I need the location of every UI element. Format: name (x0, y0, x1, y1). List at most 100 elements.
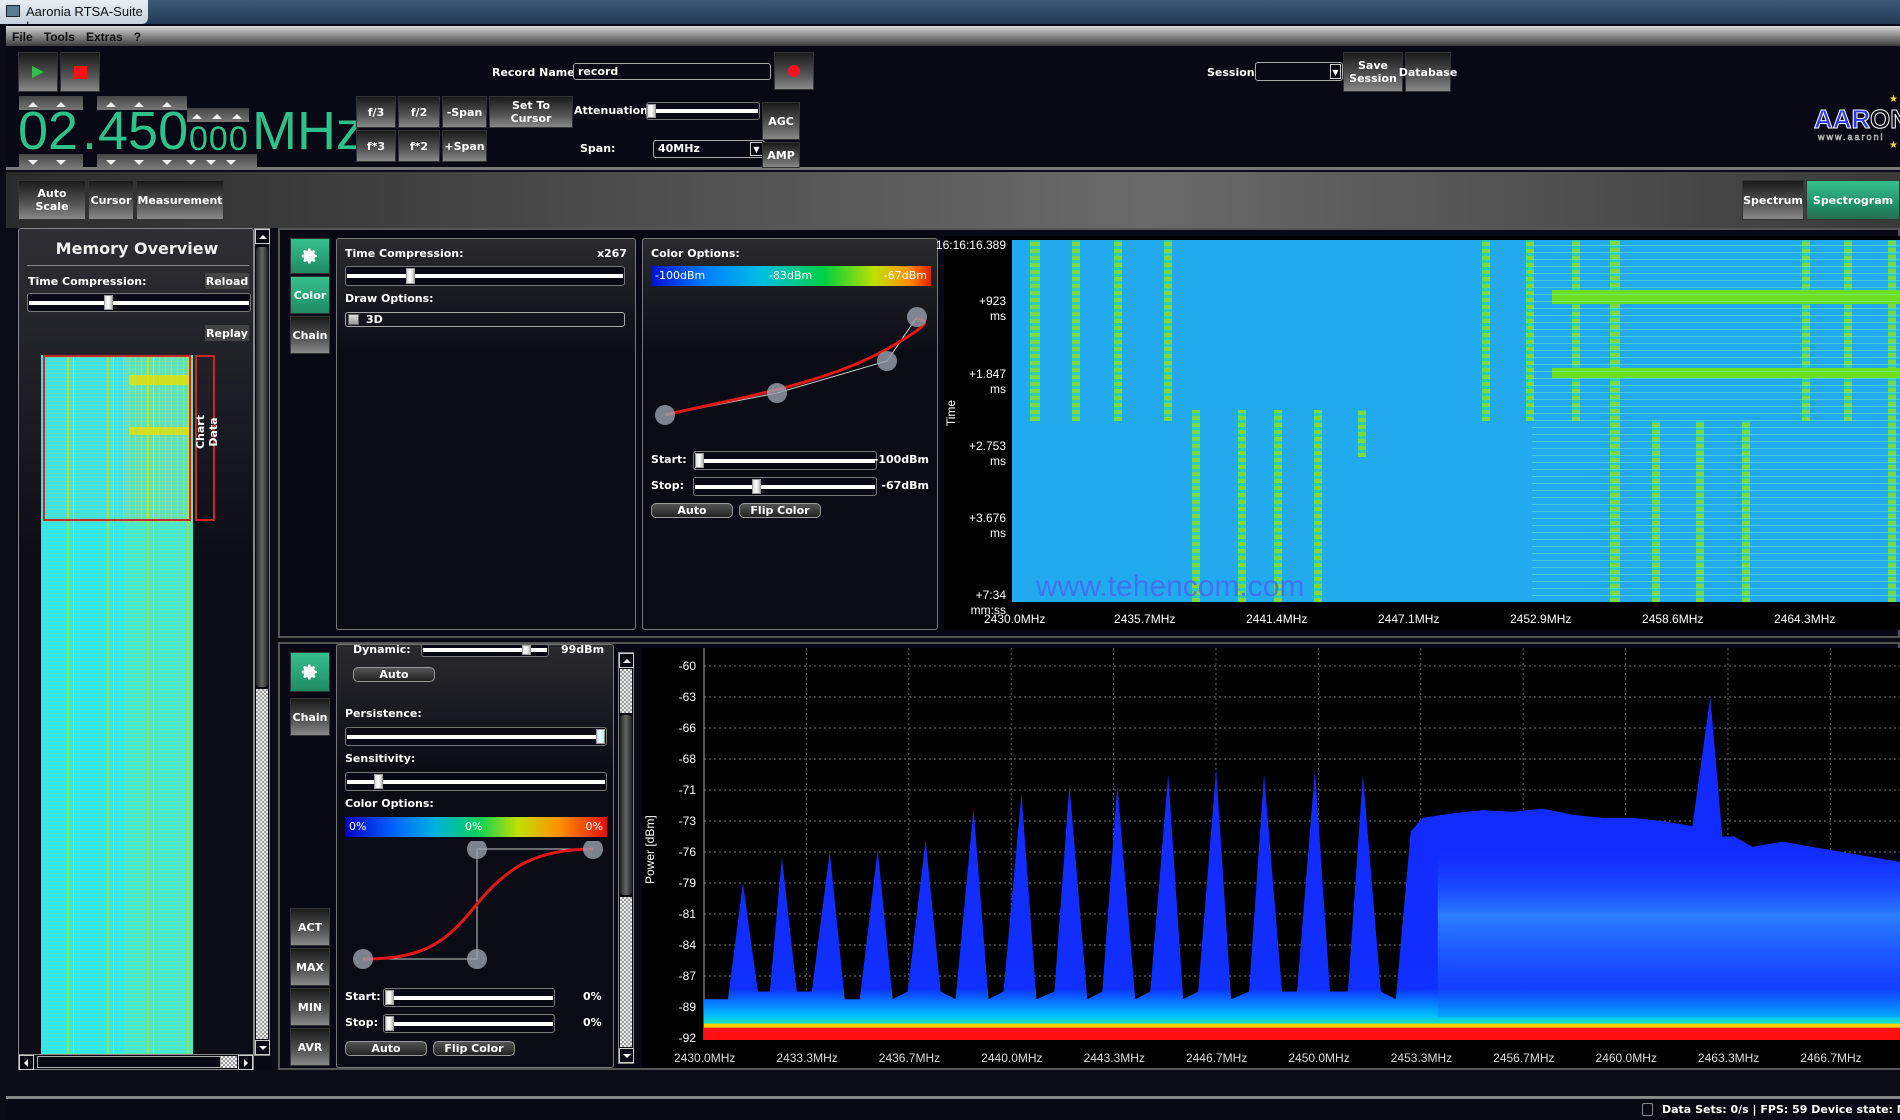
tab-measurement[interactable]: Measurement (136, 180, 224, 220)
memory-overview-vscroll[interactable] (254, 228, 270, 1056)
settings-button[interactable] (290, 652, 330, 692)
color-stop-slider[interactable] (693, 477, 877, 496)
time-compression-box: Time Compression: x267 Draw Options: 3D (336, 238, 636, 630)
tab-spectrogram[interactable]: Spectrogram (1806, 180, 1900, 220)
curve-handle[interactable] (655, 405, 675, 425)
record-name-input[interactable]: record (573, 63, 771, 80)
color-stop-slider[interactable] (383, 1014, 555, 1033)
hscroll-thumb[interactable] (37, 1056, 221, 1068)
menu-extras[interactable]: Extras (86, 30, 123, 44)
curve-handle[interactable] (583, 841, 603, 859)
freq-mhz-digits[interactable]: 450 (98, 104, 188, 158)
attenuation-slider[interactable] (646, 102, 760, 120)
f-mul3-button[interactable]: f*3 (356, 130, 396, 162)
curve-handle[interactable] (767, 383, 787, 403)
slider-thumb[interactable] (695, 453, 704, 468)
attenuation-slider-thumb[interactable] (647, 104, 656, 118)
menu-file[interactable]: File (12, 30, 33, 44)
slider-thumb[interactable] (104, 295, 113, 310)
chevron-down-icon[interactable]: ▼ (1330, 64, 1341, 79)
trace-act-button[interactable]: ACT (290, 908, 330, 946)
slider-thumb[interactable] (596, 729, 605, 744)
slider-thumb[interactable] (385, 990, 394, 1005)
scroll-right-button[interactable] (238, 1055, 253, 1070)
flip-color-button[interactable]: Flip Color (739, 503, 821, 518)
side-tab-chain[interactable]: Chain (290, 698, 330, 736)
stop-button[interactable] (60, 52, 100, 92)
dynamic-slider[interactable] (421, 645, 549, 657)
spectrum-chart[interactable]: -60 -63 -66 -68 -71 -73 -76 -79 -81 -84 -87 -89 -92 2… (642, 648, 1900, 1068)
replay-button[interactable]: Replay (205, 325, 249, 341)
slider-thumb[interactable] (385, 1016, 394, 1031)
scroll-left-button[interactable] (19, 1055, 34, 1070)
tab-spectrum[interactable]: Spectrum (1742, 180, 1804, 220)
record-button[interactable] (774, 52, 814, 90)
status-checkbox[interactable] (1642, 1103, 1653, 1116)
settings-button[interactable] (290, 238, 330, 274)
span-select[interactable]: 40MHz ▼ (653, 140, 765, 158)
curve-handle[interactable] (907, 307, 927, 327)
agc-button[interactable]: AGC (762, 102, 800, 140)
amp-button[interactable]: AMP (762, 142, 800, 168)
database-button[interactable]: Database (1399, 52, 1457, 92)
scroll-up-button[interactable] (619, 653, 634, 668)
side-tab-chain[interactable]: Chain (290, 316, 330, 354)
slider-thumb[interactable] (374, 774, 383, 789)
scroll-thumb[interactable] (620, 715, 632, 895)
save-session-button[interactable]: Save Session (1343, 52, 1403, 92)
mo-time-compression-slider[interactable] (27, 293, 251, 312)
scroll-down-button[interactable] (619, 1048, 634, 1063)
tab-auto-scale[interactable]: Auto Scale (18, 180, 86, 220)
color-auto-button[interactable]: Auto (345, 1041, 427, 1056)
f-div3-button[interactable]: f/3 (356, 96, 396, 128)
slider-thumb[interactable] (406, 268, 415, 284)
session-select[interactable]: ▼ (1255, 62, 1343, 81)
curve-handle[interactable] (353, 949, 373, 969)
persistence-slider[interactable] (345, 727, 607, 746)
color-start-slider[interactable] (693, 451, 877, 470)
plus-span-button[interactable]: +Span (442, 130, 487, 162)
reload-button[interactable]: Reload (205, 273, 249, 289)
scroll-down-button[interactable] (255, 1040, 270, 1055)
trace-max-button[interactable]: MAX (290, 948, 330, 986)
color-curve-editor[interactable] (643, 289, 939, 429)
scroll-up-button[interactable] (255, 229, 270, 244)
y-tick-label: -79 (679, 876, 697, 890)
trace-avr-button[interactable]: AVR (290, 1028, 330, 1066)
freq-mhz-down[interactable] (97, 154, 257, 168)
persistence-curve-editor[interactable] (337, 841, 614, 971)
time-compression-slider[interactable] (345, 266, 625, 286)
sensitivity-slider[interactable] (345, 772, 607, 791)
set-to-cursor-button[interactable]: Set To Cursor (489, 96, 573, 128)
curve-handle[interactable] (467, 841, 487, 859)
f-div2-button[interactable]: f/2 (398, 96, 440, 128)
chart-data-tab[interactable]: Chart Data (194, 355, 220, 521)
memory-overview-hscroll[interactable] (18, 1054, 254, 1070)
dynamic-auto-button[interactable]: Auto (353, 667, 435, 682)
draw-3d-option[interactable]: 3D (345, 312, 625, 327)
slider-thumb[interactable] (522, 645, 531, 655)
play-button[interactable] (18, 52, 58, 92)
menu-tools[interactable]: Tools (44, 30, 75, 44)
freq-khz-digits[interactable]: 000 (189, 122, 249, 156)
flip-color-button[interactable]: Flip Color (433, 1041, 515, 1056)
spectrum-settings-vscroll[interactable] (618, 652, 634, 1064)
color-start-slider[interactable] (383, 988, 555, 1007)
color-auto-button[interactable]: Auto (651, 503, 733, 518)
spectrogram-chart[interactable]: 16:16:16.389 +923 ms +1.847 ms +2.753 ms… (936, 236, 1900, 630)
scroll-thumb[interactable] (256, 247, 268, 687)
curve-handle[interactable] (467, 949, 487, 969)
slider-thumb[interactable] (752, 479, 761, 494)
spectrogram-waterfall[interactable] (1012, 240, 1900, 602)
minus-span-button[interactable]: -Span (442, 96, 487, 128)
freq-ghz-digits[interactable]: 02 (18, 104, 78, 158)
curve-handle[interactable] (877, 351, 897, 371)
trace-min-button[interactable]: MIN (290, 988, 330, 1026)
tab-cursor[interactable]: Cursor (88, 180, 134, 220)
freq-ghz-down[interactable] (19, 154, 83, 168)
draw-3d-checkbox[interactable] (348, 314, 359, 325)
selection-frame[interactable] (43, 355, 191, 521)
menu-help[interactable]: ? (134, 30, 141, 44)
f-mul2-button[interactable]: f*2 (398, 130, 440, 162)
side-tab-color[interactable]: Color (290, 276, 330, 314)
